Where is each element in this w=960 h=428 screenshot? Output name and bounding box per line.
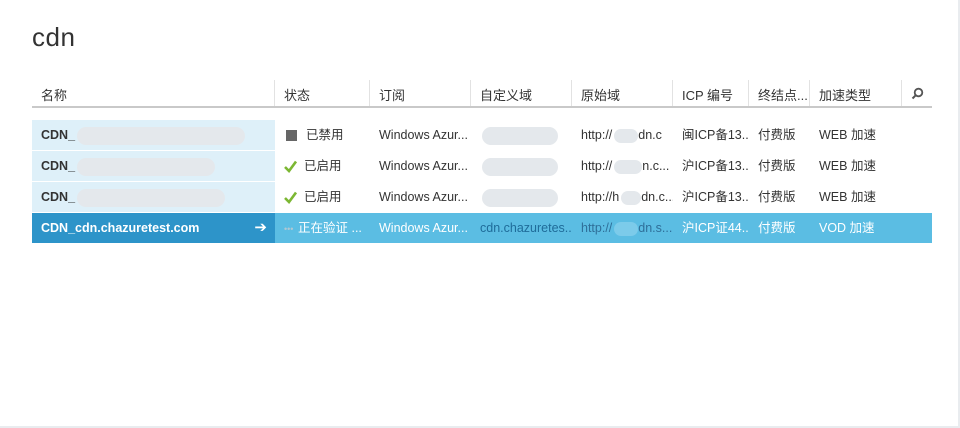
- table-row[interactable]: CDN_ 已启用 Windows Azur... http://h dn.c...…: [32, 182, 932, 213]
- row-name-cell: CDN_: [32, 120, 275, 150]
- row-icp: 沪ICP备13...: [682, 159, 749, 173]
- row-endpoint: 付费版: [758, 159, 796, 173]
- progress-dots-icon: •••: [284, 223, 294, 234]
- checkmark-icon: [284, 191, 297, 205]
- row-origin-domain[interactable]: http://dn.c: [572, 120, 673, 150]
- column-header-name[interactable]: 名称: [32, 80, 275, 106]
- table-body: CDN_ 已禁用 Windows Azur... http://dn.c 闽IC…: [32, 120, 932, 244]
- redacted-origin-blur: [621, 190, 642, 205]
- column-header-custom-domain[interactable]: 自定义域: [471, 80, 572, 106]
- search-icon: [911, 87, 923, 99]
- row-custom-domain: [471, 182, 572, 212]
- row-status: 已启用: [304, 190, 342, 204]
- row-origin-domain[interactable]: http://n.c...: [572, 151, 673, 181]
- row-custom-domain: [471, 151, 572, 181]
- row-name: CDN_: [41, 128, 76, 142]
- row-spacer: [902, 182, 932, 212]
- row-origin-domain[interactable]: http://dn.s...: [572, 213, 673, 243]
- page-title: cdn: [32, 22, 76, 52]
- row-status: 已启用: [304, 159, 342, 173]
- table-row[interactable]: CDN_ 已禁用 Windows Azur... http://dn.c 闽IC…: [32, 120, 932, 151]
- row-spacer: [902, 213, 932, 243]
- row-spacer: [902, 151, 932, 181]
- row-status-cell: 已禁用: [275, 120, 370, 150]
- table-row-selected[interactable]: CDN_cdn.chazuretest.com ➔ ••• 正在验证 ... Wi…: [32, 213, 932, 244]
- row-spacer: [902, 120, 932, 150]
- row-origin-domain[interactable]: http://h dn.c...: [572, 182, 673, 212]
- column-header-subscription[interactable]: 订阅: [370, 80, 471, 106]
- arrow-right-icon[interactable]: ➔: [254, 213, 267, 243]
- row-endpoint: 付费版: [758, 190, 796, 204]
- row-name-cell: CDN_: [32, 182, 275, 212]
- row-status: 正在验证 ...: [298, 221, 362, 235]
- row-custom-domain: [471, 120, 572, 150]
- redacted-domain-blur: [482, 126, 558, 145]
- redacted-domain-blur: [482, 157, 558, 176]
- row-icp: 沪ICP证44...: [682, 221, 749, 235]
- row-accel-type: WEB 加速: [819, 159, 876, 173]
- row-status-cell: ••• 正在验证 ...: [275, 213, 370, 243]
- row-name-cell: CDN_cdn.chazuretest.com ➔: [32, 213, 275, 243]
- redacted-name-blur: [77, 126, 246, 145]
- column-header-endpoint[interactable]: 终结点...: [749, 80, 810, 106]
- row-subscription: Windows Azur...: [379, 221, 468, 235]
- row-custom-domain: cdn.chazuretes...: [480, 221, 572, 235]
- row-subscription: Windows Azur...: [379, 190, 468, 204]
- table-header: 名称 状态 订阅 自定义域 原始域 ICP 编号 终结点... 加速类型: [32, 80, 932, 108]
- column-header-icp[interactable]: ICP 编号: [673, 80, 749, 106]
- row-subscription: Windows Azur...: [379, 128, 468, 142]
- row-subscription: Windows Azur...: [379, 159, 468, 173]
- row-endpoint: 付费版: [758, 128, 796, 142]
- row-icp: 闽ICP备13...: [682, 128, 749, 142]
- redacted-origin-blur: [614, 159, 643, 174]
- row-accel-type: WEB 加速: [819, 190, 876, 204]
- column-header-accel-type[interactable]: 加速类型: [810, 80, 902, 106]
- redacted-origin-blur: [614, 221, 639, 236]
- table-row[interactable]: CDN_ 已启用 Windows Azur... http://n.c... 沪…: [32, 151, 932, 182]
- row-name-cell: CDN_: [32, 151, 275, 181]
- row-icp: 沪ICP备13...: [682, 190, 749, 204]
- redacted-origin-blur: [614, 128, 639, 143]
- row-accel-type: VOD 加速: [819, 221, 875, 235]
- redacted-domain-blur: [482, 188, 558, 207]
- row-name: CDN_cdn.chazuretest.com: [41, 221, 200, 235]
- row-name: CDN_: [41, 159, 76, 173]
- stopped-square-icon: [286, 130, 297, 142]
- cdn-endpoints-table: 名称 状态 订阅 自定义域 原始域 ICP 编号 终结点... 加速类型 CDN…: [32, 80, 932, 244]
- column-header-origin-domain[interactable]: 原始域: [572, 80, 673, 106]
- row-name: CDN_: [41, 190, 76, 204]
- redacted-name-blur: [77, 188, 226, 207]
- checkmark-icon: [284, 160, 297, 174]
- row-accel-type: WEB 加速: [819, 128, 876, 142]
- search-button[interactable]: [902, 80, 932, 106]
- row-endpoint: 付费版: [758, 221, 796, 235]
- row-status: 已禁用: [306, 128, 344, 142]
- redacted-name-blur: [77, 157, 216, 176]
- column-header-status[interactable]: 状态: [275, 80, 370, 106]
- row-status-cell: 已启用: [275, 151, 370, 181]
- row-status-cell: 已启用: [275, 182, 370, 212]
